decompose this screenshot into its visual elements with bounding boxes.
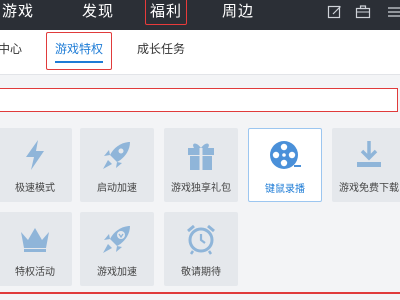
tile-game-acceleration[interactable]: 游戏加速 <box>80 212 154 286</box>
tile-speed-mode[interactable]: 极速模式 <box>0 128 72 202</box>
briefcase-icon[interactable] <box>355 4 371 20</box>
nav-item-peripherals[interactable]: 周边 <box>222 0 254 30</box>
menu-icon[interactable] <box>386 4 400 20</box>
tile-label: 键鼠录播 <box>265 184 305 195</box>
tile-label: 特权活动 <box>15 267 55 278</box>
tile-label: 敬请期待 <box>181 267 221 278</box>
rocket-icon <box>103 142 130 169</box>
tile-exclusive-gift[interactable]: 游戏独享礼包 <box>164 128 238 202</box>
nav-item-games[interactable]: 游戏 <box>2 0 34 30</box>
edit-icon[interactable] <box>327 4 343 20</box>
highlighted-input-strip[interactable] <box>0 88 398 112</box>
sub-tab-bar: 中心 游戏特权 成长任务 <box>0 30 400 75</box>
film-reel-icon <box>270 141 301 169</box>
crown-icon <box>21 228 49 252</box>
nav-item-discover[interactable]: 发现 <box>82 0 114 30</box>
tile-privilege-activity[interactable]: 特权活动 <box>0 212 72 286</box>
top-nav-bar: 游戏 发现 福利 周边 <box>0 0 400 30</box>
tile-free-download[interactable]: 游戏免费下载 <box>332 128 400 202</box>
tile-label: 游戏免费下载 <box>339 183 399 194</box>
tile-label: 极速模式 <box>15 183 55 194</box>
tab-center[interactable]: 中心 <box>0 30 22 74</box>
tile-label: 启动加速 <box>97 183 137 194</box>
highlight-marker-bottom <box>0 292 400 294</box>
lightning-icon <box>26 140 44 170</box>
alarm-clock-icon <box>187 224 215 255</box>
tile-label: 游戏加速 <box>97 267 137 278</box>
tile-label: 游戏独享礼包 <box>171 183 231 194</box>
download-icon <box>357 141 381 167</box>
tile-coming-soon[interactable]: 敬请期待 <box>164 212 238 286</box>
tile-launch-boost[interactable]: 启动加速 <box>80 128 154 202</box>
tab-game-privileges-label: 游戏特权 <box>55 42 104 56</box>
tab-growth-tasks[interactable]: 成长任务 <box>137 30 185 74</box>
nav-item-welfare[interactable]: 福利 <box>145 0 188 25</box>
tab-game-privileges[interactable]: 游戏特权 <box>46 32 113 70</box>
active-tab-underline <box>55 61 104 63</box>
gift-icon <box>188 143 214 170</box>
tile-keymouse-recording[interactable]: 键鼠录播 <box>248 128 322 202</box>
rocket-badge-icon <box>103 226 130 253</box>
